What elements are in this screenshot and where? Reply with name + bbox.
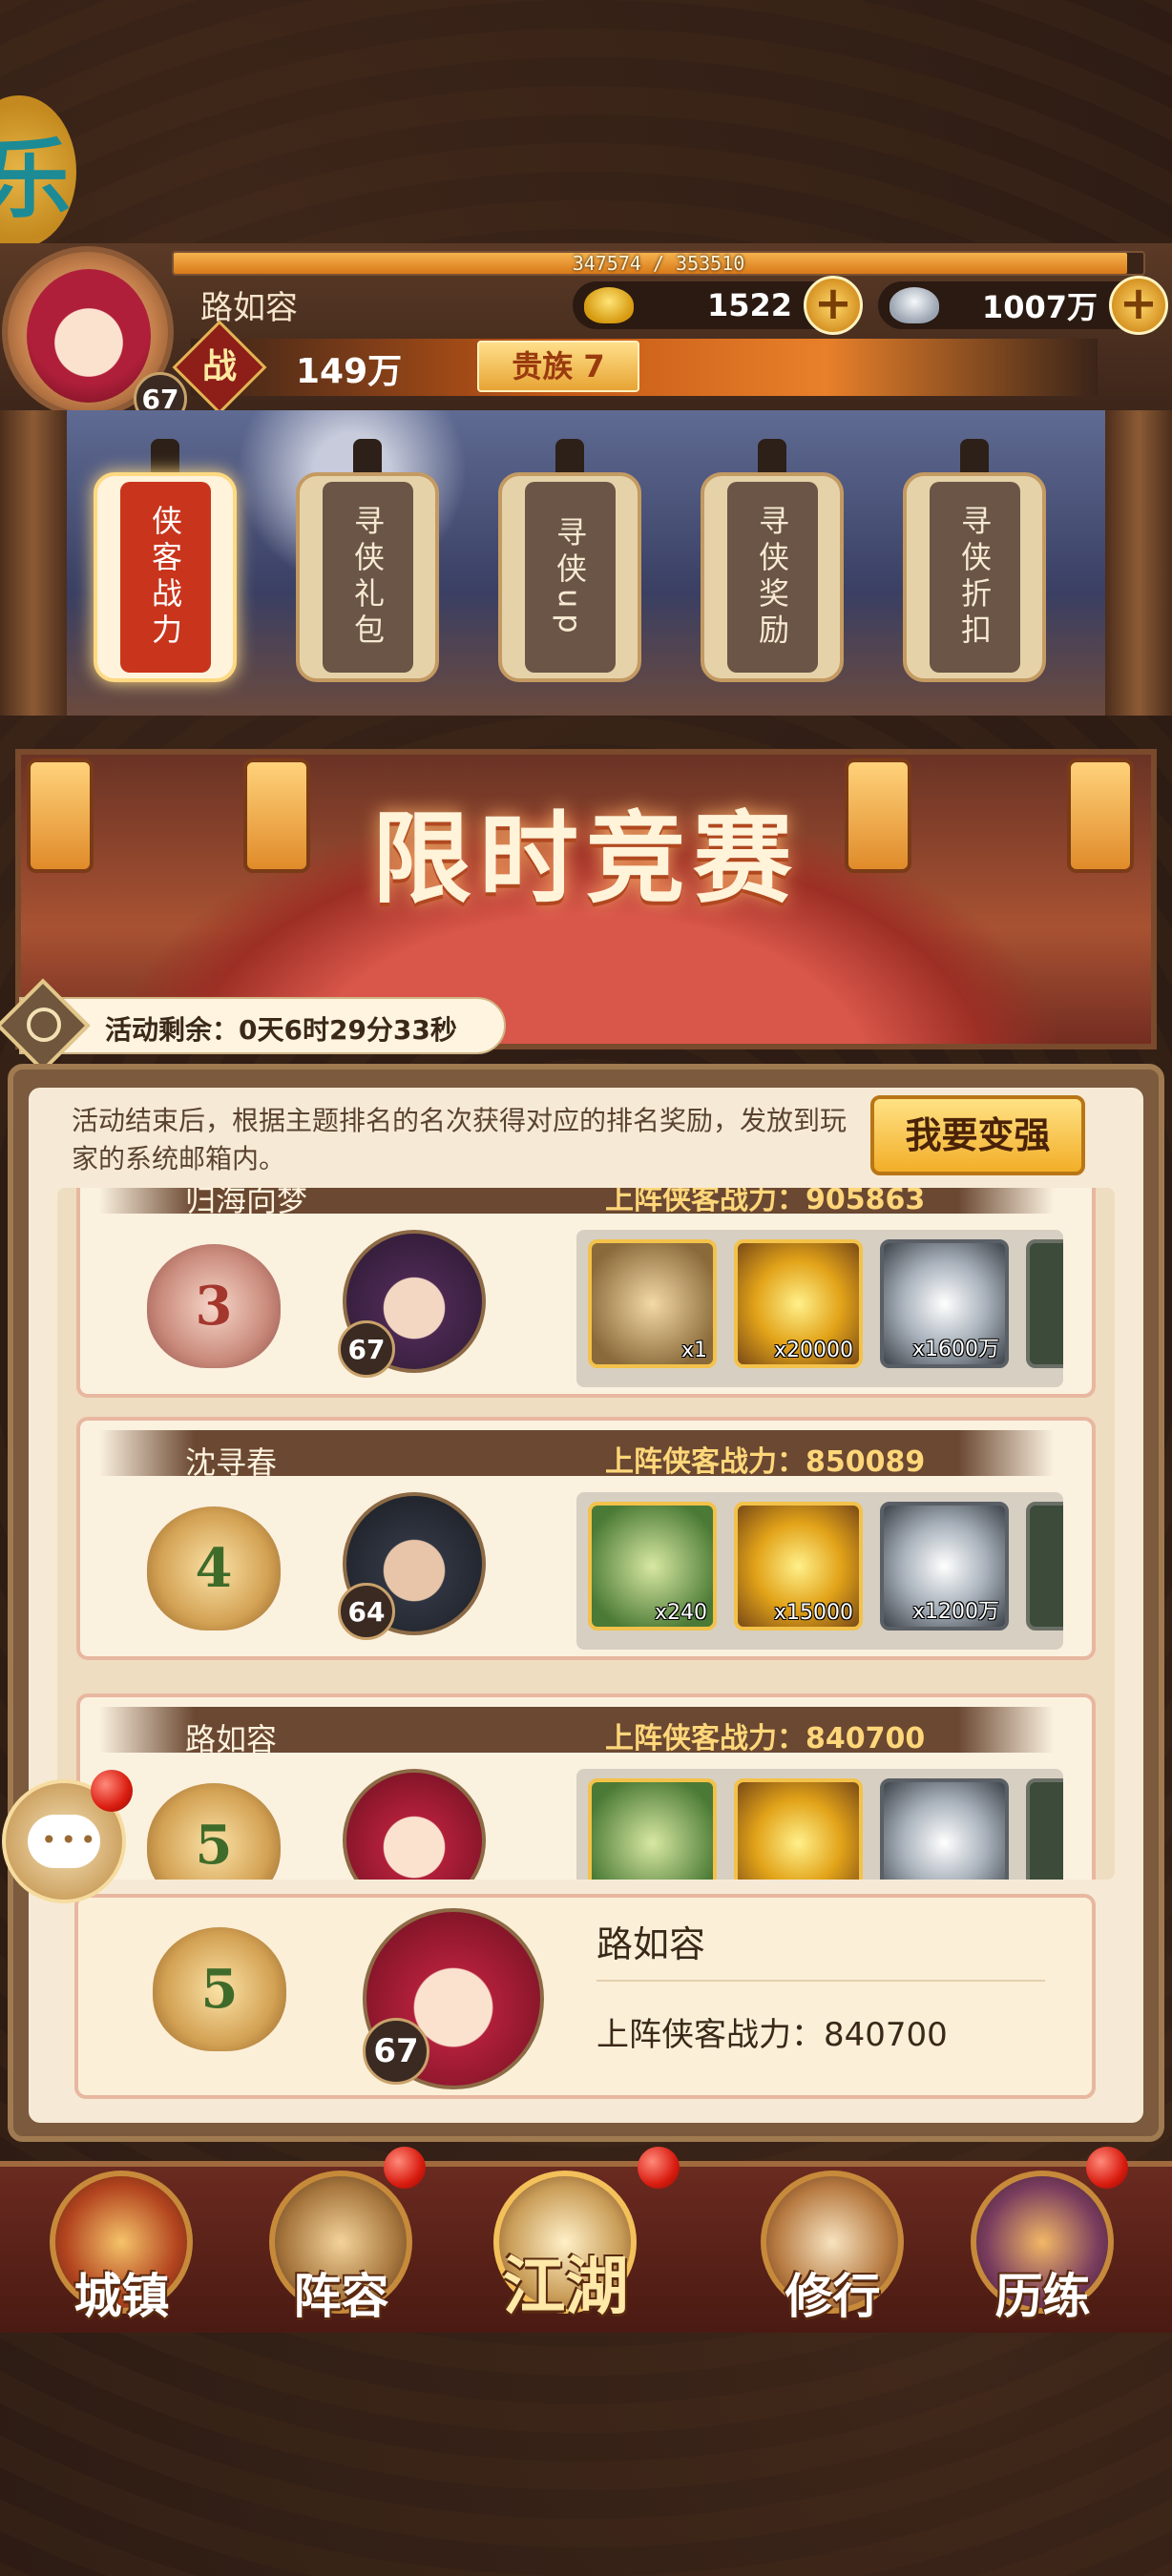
rank-medal: 3 xyxy=(147,1244,281,1368)
add-silver-button[interactable]: + xyxy=(1109,276,1168,335)
chat-notification-dot xyxy=(91,1770,133,1812)
nav-label: 江湖 xyxy=(502,2249,629,2323)
add-gold-button[interactable]: + xyxy=(804,276,863,335)
reward-item-gold[interactable] xyxy=(734,1778,863,1880)
gold-ingot-icon xyxy=(584,287,634,323)
nav-cultivation[interactable]: 修行 xyxy=(749,2171,916,2333)
tab-label: 寻侠up xyxy=(524,482,616,673)
rank-header: 归海向梦 上阵侠客战力：905863 xyxy=(99,1188,1054,1218)
rank-power: 上阵侠客战力：905863 xyxy=(605,1188,926,1216)
left-pillar xyxy=(0,410,67,716)
nav-label: 阵容 xyxy=(293,2268,389,2324)
rank-player-name: 沈寻春 xyxy=(185,1444,278,1481)
silver-ingot-icon xyxy=(889,287,939,323)
reward-item-gold[interactable]: x20000 xyxy=(734,1239,863,1368)
tab-label: 寻侠礼包 xyxy=(322,482,413,673)
rank-player-name: 归海向梦 xyxy=(185,1188,308,1218)
rank-power: 上阵侠客战力：850089 xyxy=(605,1445,926,1479)
clock-face xyxy=(27,1008,61,1042)
rank-header: 路如容 上阵侠客战力：840700 xyxy=(99,1707,1054,1757)
reward-item-scroll[interactable] xyxy=(588,1778,717,1880)
reward-count: x1 xyxy=(680,1339,707,1362)
reward-item-hero[interactable]: x1 xyxy=(588,1239,717,1368)
nav-label: 历练 xyxy=(994,2268,1091,2324)
rank-medal: 4 xyxy=(147,1506,281,1631)
rank-header: 沈寻春 上阵侠客战力：850089 xyxy=(99,1430,1054,1481)
reward-count: x1200万 xyxy=(911,1600,999,1624)
rank-player-name: 路如容 xyxy=(185,1721,278,1757)
trial-notification-dot xyxy=(1086,2147,1128,2189)
tab-label: 寻侠折扣 xyxy=(929,482,1020,673)
silver-amount: 1007万 xyxy=(981,289,1098,325)
tab-hero-power[interactable]: 侠客战力 xyxy=(94,472,237,682)
silver-currency: 1007万 + xyxy=(878,276,1168,335)
nav-label: 城镇 xyxy=(73,2268,170,2324)
tab-hook xyxy=(151,439,179,477)
jianghu-notification-dot xyxy=(638,2147,680,2189)
tab-hook xyxy=(960,439,989,477)
rank-medal: 5 xyxy=(147,1783,281,1880)
reward-count: x1600万 xyxy=(911,1338,999,1361)
reward-item-partial[interactable] xyxy=(1026,1502,1063,1631)
tab-hook xyxy=(353,439,382,477)
nav-label: 修行 xyxy=(785,2268,881,2324)
reward-item-silver[interactable] xyxy=(880,1778,1009,1880)
tab-seek-discount[interactable]: 寻侠折扣 xyxy=(903,472,1046,682)
hero-level-badge: 64 xyxy=(338,1583,395,1640)
xp-text: 347574 / 353510 xyxy=(572,252,745,275)
tab-label: 寻侠奖励 xyxy=(726,482,818,673)
reward-list[interactable]: x240 x15000 x1200万 xyxy=(576,1492,1063,1650)
battle-power-value: 149万 xyxy=(296,352,403,391)
reward-notice: 活动结束后，根据主题排名的名次获得对应的排名奖励，发放到玩家的系统邮箱内。 xyxy=(72,1105,848,1174)
reward-item-silver[interactable]: x1600万 xyxy=(880,1239,1009,1368)
nav-jianghu[interactable]: 江湖 xyxy=(482,2171,649,2333)
avatar-face xyxy=(27,269,151,403)
corner-badge-text: 乐 xyxy=(0,129,71,230)
nav-lineup[interactable]: 阵容 xyxy=(258,2171,425,2333)
battle-power-icon-text: 战 xyxy=(201,347,237,386)
lineup-notification-dot xyxy=(384,2147,426,2189)
xp-bar: 347574 / 353510 xyxy=(172,251,1145,276)
reward-item-gold[interactable]: x15000 xyxy=(734,1502,863,1631)
nav-trial[interactable]: 历练 xyxy=(959,2171,1126,2333)
tab-label: 侠客战力 xyxy=(119,482,211,673)
tab-hook xyxy=(758,439,786,477)
ranking-row[interactable]: 沈寻春 上阵侠客战力：850089 4 64 x240 x15000 x1200… xyxy=(76,1417,1096,1660)
my-hero-level-badge: 67 xyxy=(363,2018,429,2085)
my-rank-medal: 5 xyxy=(153,1927,286,2051)
player-name: 路如容 xyxy=(200,289,298,327)
reward-item-partial[interactable] xyxy=(1026,1778,1063,1880)
reward-count: x15000 xyxy=(773,1601,853,1625)
ranking-list[interactable]: 归海向梦 上阵侠客战力：905863 3 67 x1 x20000 x1600万… xyxy=(57,1188,1115,1880)
event-title: 限时竞赛 xyxy=(371,800,800,917)
event-corner-badge[interactable]: 乐 xyxy=(0,95,76,248)
reward-item-silver[interactable]: x1200万 xyxy=(880,1502,1009,1631)
tab-seek-up[interactable]: 寻侠up xyxy=(498,472,641,682)
nav-town[interactable]: 城镇 xyxy=(38,2171,205,2333)
reward-item-scroll[interactable]: x240 xyxy=(588,1502,717,1631)
my-player-name: 路如容 xyxy=(596,1923,706,1965)
gold-currency: 1522 + xyxy=(573,276,863,335)
tab-seek-gift[interactable]: 寻侠礼包 xyxy=(296,472,439,682)
tab-seek-reward[interactable]: 寻侠奖励 xyxy=(701,472,844,682)
hero-level-badge: 67 xyxy=(338,1320,395,1378)
ranking-row[interactable]: 路如容 上阵侠客战力：840700 5 xyxy=(76,1693,1096,1880)
reward-list[interactable] xyxy=(576,1769,1063,1880)
chat-icon: ••• xyxy=(28,1815,100,1868)
tab-hook xyxy=(555,439,584,477)
reward-count: x20000 xyxy=(773,1339,853,1362)
reward-count: x240 xyxy=(654,1601,707,1625)
hero-portrait[interactable] xyxy=(343,1769,486,1880)
gold-amount: 1522 xyxy=(706,287,792,323)
divider xyxy=(596,1980,1045,1982)
noble-badge[interactable]: 贵族 7 xyxy=(477,341,639,392)
right-pillar xyxy=(1105,410,1172,716)
rank-power: 上阵侠客战力：840700 xyxy=(605,1722,926,1755)
reward-list[interactable]: x1 x20000 x1600万 xyxy=(576,1230,1063,1387)
ranking-row[interactable]: 归海向梦 上阵侠客战力：905863 3 67 x1 x20000 x1600万 xyxy=(76,1188,1096,1398)
event-timer-text: 活动剩余：0天6时29分33秒 xyxy=(105,1014,457,1046)
my-power: 上阵侠客战力：840700 xyxy=(596,2016,948,2054)
reward-item-partial[interactable] xyxy=(1026,1239,1063,1368)
become-stronger-button[interactable]: 我要变强 xyxy=(870,1095,1085,1175)
